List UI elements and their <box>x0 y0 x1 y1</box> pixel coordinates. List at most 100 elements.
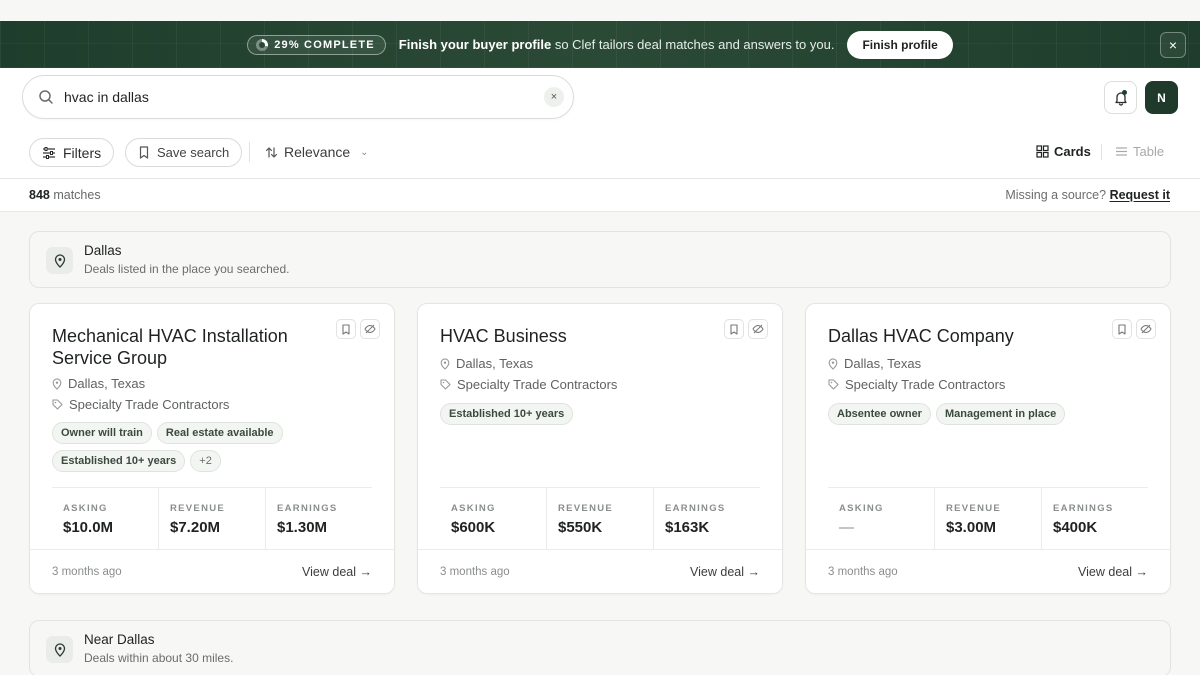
avatar[interactable]: N <box>1145 81 1178 114</box>
revenue-value: $7.20M <box>170 519 221 536</box>
deal-title[interactable]: Dallas HVAC Company <box>828 325 1110 347</box>
results-count-suffix: matches <box>53 188 101 202</box>
search-input[interactable]: hvac in dallas × <box>22 75 574 119</box>
deal-tags: Owner will train Real estate available E… <box>52 422 302 472</box>
request-it-link[interactable]: Request it <box>1110 188 1170 202</box>
list-icon <box>1116 147 1127 156</box>
section-title: Near Dallas <box>84 632 155 647</box>
section-title: Dallas <box>84 243 122 258</box>
card-footer: 3 months ago View deal → <box>30 549 394 594</box>
earnings-label: EARNINGS <box>277 503 338 514</box>
filters-label: Filters <box>63 144 102 161</box>
eye-off-icon <box>752 324 764 334</box>
view-deal-link[interactable]: View deal → <box>1078 565 1148 579</box>
sliders-icon <box>43 146 55 159</box>
deal-location-text: Dallas, Texas <box>456 356 534 371</box>
view-divider <box>1101 144 1102 160</box>
view-deal-link[interactable]: View deal → <box>690 565 760 579</box>
asking-label: ASKING <box>63 503 108 514</box>
earnings-stat: EARNINGS $163K <box>653 488 760 549</box>
filters-button[interactable]: Filters <box>29 138 115 167</box>
deal-industry: Specialty Trade Contractors <box>828 377 1005 392</box>
banner-message: Finish your buyer profile so Clef tailor… <box>399 37 835 52</box>
hide-button[interactable] <box>748 319 768 339</box>
deal-tags: Absentee owner Management in place <box>828 403 1158 425</box>
deal-title[interactable]: Mechanical HVAC Installation Service Gro… <box>52 325 334 369</box>
deal-tag: Owner will train <box>52 422 152 444</box>
bookmark-icon <box>342 323 350 335</box>
revenue-stat: REVENUE $550K <box>546 488 653 549</box>
asking-value: $10.0M <box>63 519 114 536</box>
results-count-number: 848 <box>29 188 50 202</box>
tag-icon <box>828 379 839 390</box>
results-count: 848 matches <box>29 188 101 202</box>
eye-off-icon <box>1140 324 1152 334</box>
search-value[interactable]: hvac in dallas <box>64 89 544 105</box>
save-search-label: Save search <box>157 145 230 160</box>
revenue-stat: REVENUE $3.00M <box>934 488 1041 549</box>
sort-dropdown[interactable]: Relevance ⌄ <box>265 144 369 160</box>
deal-location: Dallas, Texas <box>828 356 921 371</box>
more-tags-badge[interactable]: +2 <box>190 450 221 472</box>
results-summary: 848 matches Missing a source? Request it <box>0 179 1200 212</box>
progress-badge: 29% COMPLETE <box>247 34 386 55</box>
deal-card[interactable]: Mechanical HVAC Installation Service Gro… <box>29 303 395 594</box>
earnings-value: $400K <box>1053 519 1098 536</box>
deal-tag: Established 10+ years <box>440 403 574 425</box>
revenue-label: REVENUE <box>170 503 226 514</box>
banner-headline: Finish your buyer profile <box>398 37 552 52</box>
earnings-stat: EARNINGS $1.30M <box>265 488 372 549</box>
deal-location-text: Dallas, Texas <box>844 356 922 371</box>
card-actions <box>724 319 768 339</box>
map-pin-icon <box>54 253 65 268</box>
finish-profile-button[interactable]: Finish profile <box>847 30 953 59</box>
map-pin-icon <box>440 357 450 370</box>
section-subtitle: Deals listed in the place you searched. <box>84 262 290 276</box>
deal-stats: ASKING — REVENUE $3.00M EARNINGS $400K <box>828 487 1148 549</box>
bookmark-button[interactable] <box>1112 319 1132 339</box>
deal-tag: Real estate available <box>156 422 283 444</box>
close-icon: × <box>1168 37 1178 53</box>
revenue-label: REVENUE <box>946 503 1002 514</box>
sort-icon <box>265 146 278 158</box>
deal-title[interactable]: HVAC Business <box>440 325 722 347</box>
toolbar-divider <box>249 142 250 162</box>
bookmark-button[interactable] <box>336 319 356 339</box>
card-footer: 3 months ago View deal → <box>806 549 1170 594</box>
notification-dot <box>1122 90 1127 95</box>
hide-button[interactable] <box>1136 319 1156 339</box>
save-search-button[interactable]: Save search <box>125 138 243 167</box>
banner-rest: so Clef tailors deal matches and answers… <box>551 37 835 52</box>
deal-industry-text: Specialty Trade Contractors <box>457 377 618 392</box>
map-pin-icon <box>828 357 838 370</box>
hide-button[interactable] <box>360 319 380 339</box>
card-actions <box>1112 319 1156 339</box>
banner-close-button[interactable]: × <box>1160 32 1186 58</box>
asking-stat: ASKING — <box>828 488 934 549</box>
view-cards-toggle[interactable]: Cards <box>1036 144 1091 159</box>
section-header-dallas: Dallas Deals listed in the place you sea… <box>29 231 1171 288</box>
bookmark-button[interactable] <box>724 319 744 339</box>
earnings-label: EARNINGS <box>665 503 726 514</box>
bookmark-icon <box>1118 323 1126 335</box>
deal-card[interactable]: HVAC Business Dallas, Texas Specialty Tr… <box>417 303 783 594</box>
clear-search-button[interactable]: × <box>544 87 564 107</box>
asking-stat: ASKING $600K <box>440 488 546 549</box>
deal-card[interactable]: Dallas HVAC Company Dallas, Texas Specia… <box>805 303 1171 594</box>
toolbar: Filters Save search Relevance ⌄ Cards Ta… <box>0 126 1200 179</box>
view-table-label: Table <box>1133 144 1165 159</box>
view-deal-link[interactable]: View deal → <box>302 565 372 579</box>
posted-time: 3 months ago <box>828 566 898 578</box>
notifications-button[interactable] <box>1104 81 1137 114</box>
sort-label: Relevance <box>284 144 351 160</box>
view-table-toggle[interactable]: Table <box>1115 144 1164 159</box>
progress-label: 29% COMPLETE <box>274 38 375 51</box>
missing-source: Missing a source? Request it <box>1005 188 1170 202</box>
map-pin-icon <box>52 377 62 390</box>
search-row: hvac in dallas × N <box>0 68 1200 126</box>
deal-tag: Management in place <box>935 403 1066 425</box>
revenue-value: $550K <box>558 519 603 536</box>
card-footer: 3 months ago View deal → <box>418 549 782 594</box>
profile-banner: 29% COMPLETE Finish your buyer profile s… <box>0 21 1200 68</box>
asking-value: — <box>839 519 854 536</box>
